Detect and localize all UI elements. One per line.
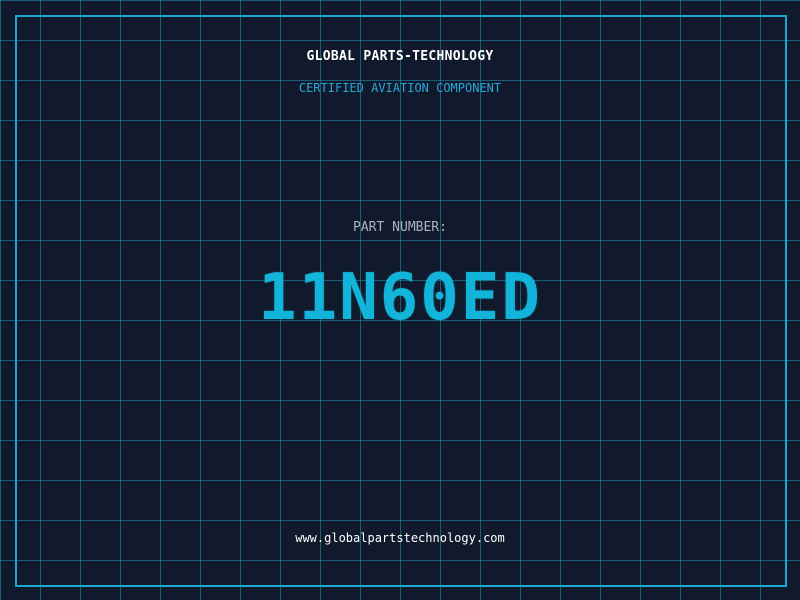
part-number-label: PART NUMBER: bbox=[353, 220, 447, 235]
company-name: GLOBAL PARTS-TECHNOLOGY bbox=[306, 49, 494, 64]
part-number-value: 11N60ED bbox=[258, 261, 542, 335]
certification-tagline: CERTIFIED AVIATION COMPONENT bbox=[298, 81, 502, 95]
website-url: www.globalpartstechnology.com bbox=[295, 531, 505, 545]
